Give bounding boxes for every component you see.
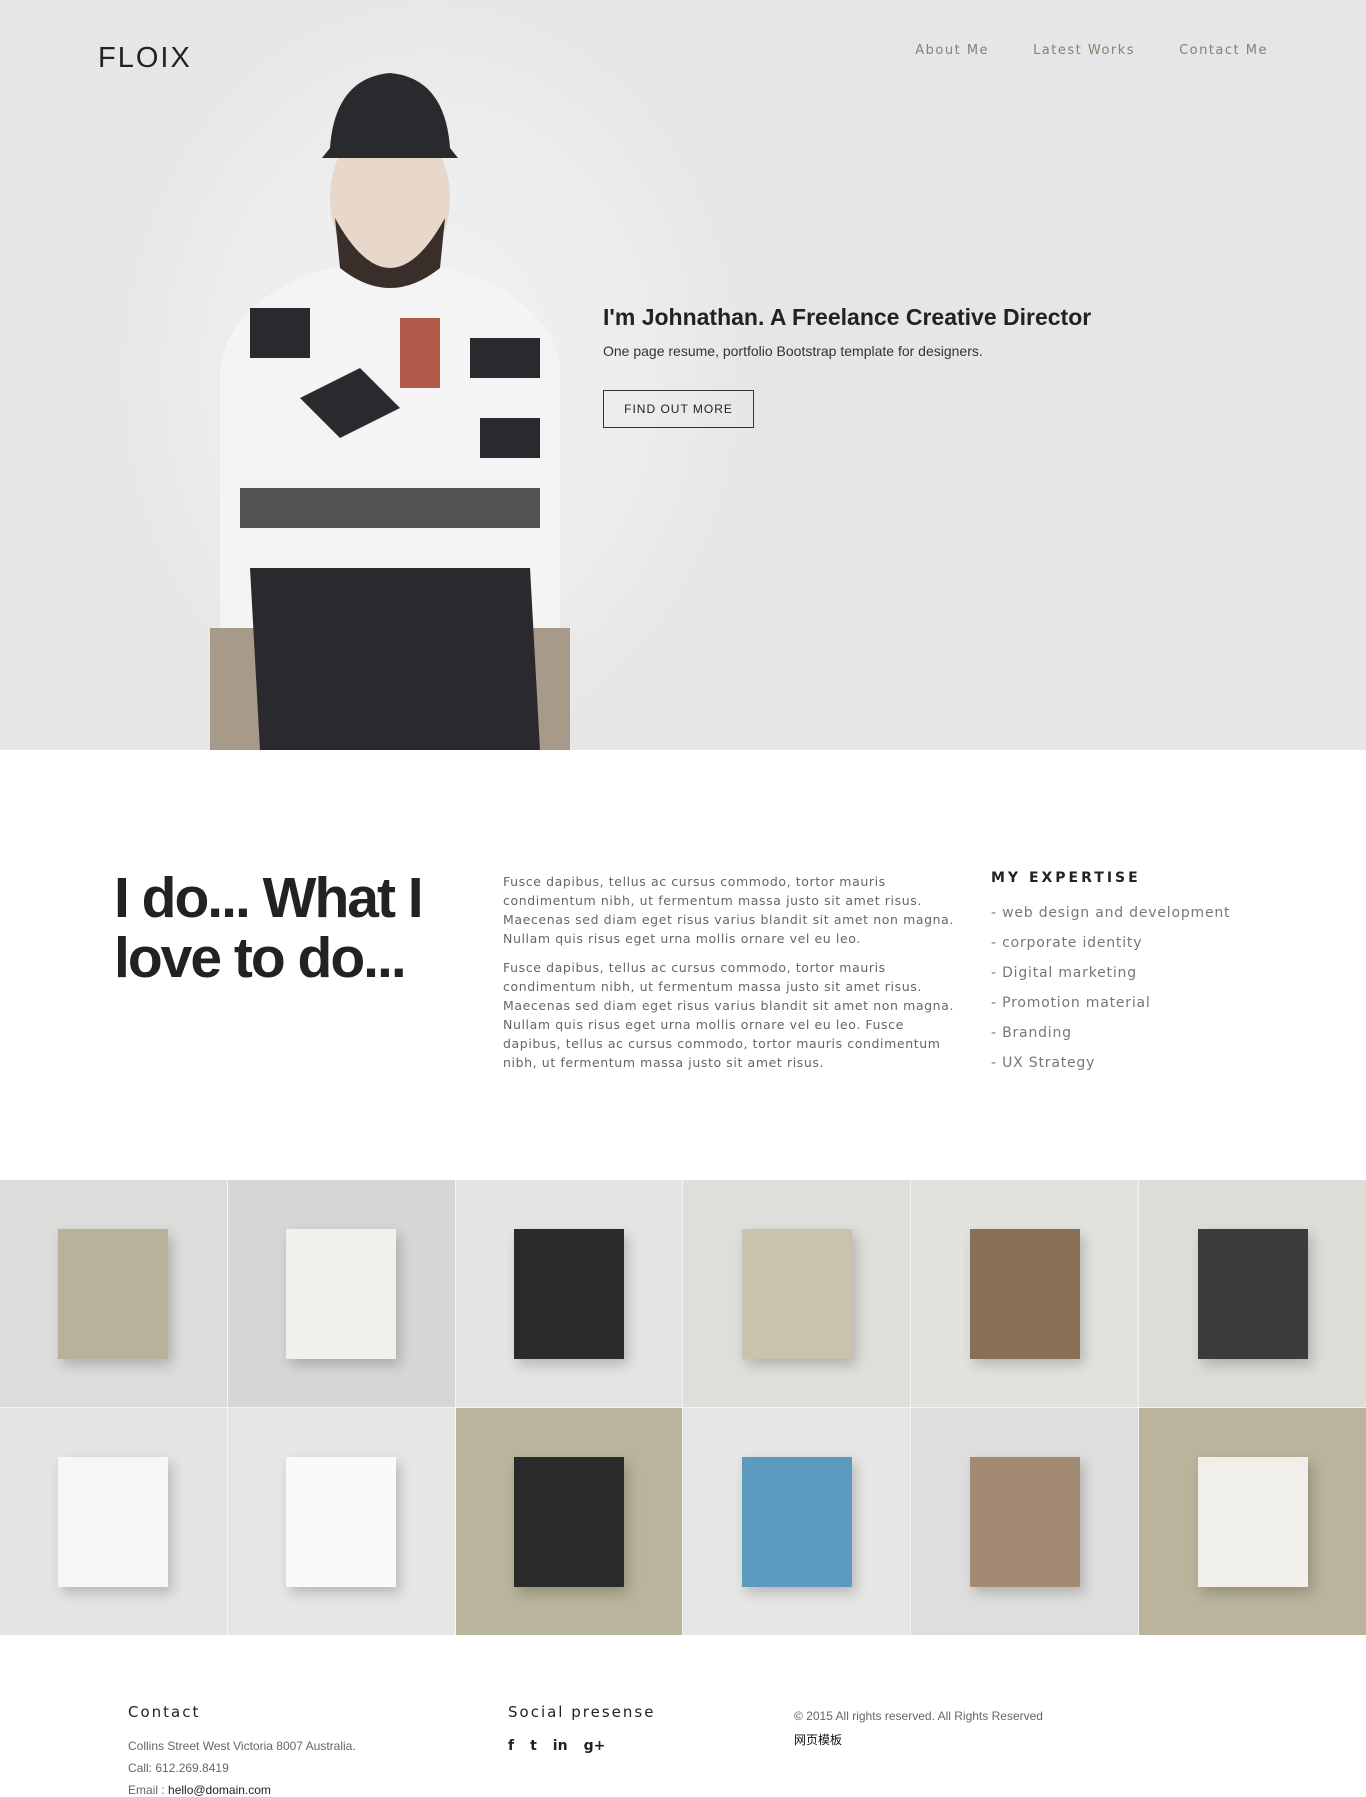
work-image-t-shirts	[1197, 1228, 1308, 1359]
work-image-book	[969, 1228, 1080, 1359]
social-title: Social presense	[508, 1703, 656, 1721]
expertise-item: - Digital marketing	[991, 965, 1137, 981]
work-tile-mugs[interactable]	[455, 1408, 683, 1635]
template-link[interactable]: 网页模板	[794, 1731, 842, 1748]
linkedin-icon[interactable]: in	[553, 1738, 568, 1754]
work-tile-frame[interactable]	[455, 1180, 683, 1407]
work-tile-bottle[interactable]	[0, 1408, 227, 1635]
work-image-paper-bag	[969, 1456, 1080, 1587]
work-tile-magazine[interactable]	[1139, 1408, 1366, 1635]
find-out-more-button[interactable]: FIND OUT MORE	[603, 390, 754, 428]
work-image-tote-bag	[286, 1228, 397, 1359]
about-heading: I do... What I love to do...	[114, 866, 424, 990]
work-tile-brochure[interactable]	[683, 1180, 911, 1407]
work-image-frame	[514, 1228, 625, 1359]
hero-portrait-image	[210, 73, 570, 750]
about-paragraph: Fusce dapibus, tellus ac cursus commodo,…	[503, 960, 955, 1070]
google-plus-icon[interactable]: g+	[584, 1738, 606, 1754]
main-nav: About Me Latest Works Contact Me	[915, 43, 1268, 58]
about-paragraph: Fusce dapibus, tellus ac cursus commodo,…	[503, 874, 955, 946]
logo[interactable]: FLOIX	[98, 42, 192, 75]
contact-title: Contact	[128, 1703, 201, 1721]
work-image-t-shirt-blue	[741, 1456, 852, 1587]
work-tile-notebook[interactable]	[0, 1180, 227, 1407]
nav-latest-works[interactable]: Latest Works	[1033, 43, 1135, 58]
work-image-stationery	[286, 1456, 397, 1587]
hero-section: FLOIX About Me Latest Works Contact Me I…	[0, 0, 1366, 750]
facebook-icon[interactable]: f	[508, 1738, 514, 1754]
expertise-item: - Promotion material	[991, 995, 1151, 1011]
work-tile-t-shirt-blue[interactable]	[683, 1408, 911, 1635]
hero-title: I'm Johnathan. A Freelance Creative Dire…	[603, 304, 1092, 330]
copyright: © 2015 All rights reserved. All Rights R…	[794, 1709, 1043, 1723]
work-image-notebook	[58, 1228, 169, 1359]
email-link[interactable]: hello@domain.com	[168, 1783, 271, 1797]
hero-subtitle: One page resume, portfolio Bootstrap tem…	[603, 343, 983, 359]
works-gallery	[0, 1180, 1366, 1635]
work-tile-paper-bag[interactable]	[911, 1408, 1139, 1635]
expertise-list: MY EXPERTISE - web design and developmen…	[991, 870, 1230, 1078]
work-tile-stationery[interactable]	[227, 1408, 455, 1635]
twitter-icon[interactable]: t	[530, 1738, 537, 1754]
social-links: f t in g+	[508, 1738, 605, 1754]
email-label: Email :	[128, 1783, 169, 1797]
work-tile-t-shirts[interactable]	[1139, 1180, 1366, 1407]
work-image-mugs	[514, 1456, 625, 1587]
expertise-item: - corporate identity	[991, 935, 1143, 951]
work-image-bottle	[58, 1456, 169, 1587]
expertise-item: - Branding	[991, 1025, 1072, 1041]
nav-contact-me[interactable]: Contact Me	[1179, 43, 1268, 58]
about-description: Fusce dapibus, tellus ac cursus commodo,…	[503, 872, 963, 1082]
expertise-title: MY EXPERTISE	[991, 870, 1141, 886]
work-tile-tote-bag[interactable]	[227, 1180, 455, 1407]
nav-about-me[interactable]: About Me	[915, 43, 989, 58]
work-image-brochure	[741, 1228, 852, 1359]
work-tile-book[interactable]	[911, 1180, 1139, 1407]
expertise-item: - UX Strategy	[991, 1055, 1096, 1071]
expertise-item: - web design and development	[991, 905, 1231, 921]
address: Collins Street West Victoria 8007 Austra…	[128, 1739, 356, 1753]
work-image-magazine	[1197, 1456, 1308, 1587]
phone: Call: 612.269.8419	[128, 1761, 229, 1775]
